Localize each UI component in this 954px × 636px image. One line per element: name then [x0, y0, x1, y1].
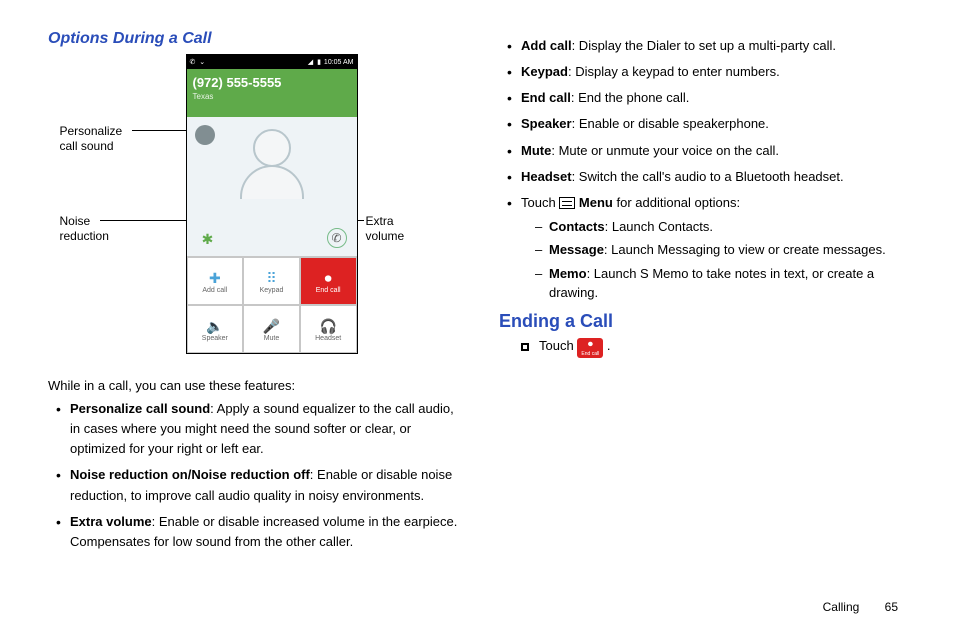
desc: : Display the Dialer to set up a multi-p…	[572, 38, 836, 53]
submenu-list: Contacts: Launch Contacts. Message: Laun…	[535, 217, 914, 303]
phone-figure: Personalize call sound Noise reduction E…	[66, 54, 446, 374]
desc: : Enable or disable speakerphone.	[572, 116, 769, 131]
personalize-sound-icon	[195, 125, 215, 145]
desc: : Launch Messaging to view or create mes…	[604, 242, 886, 257]
callout-extra-volume: Extra volume	[366, 214, 456, 244]
button-label: Add call	[202, 287, 227, 294]
ending-instruction: Touch ⏺End call .	[499, 338, 914, 358]
feature-list-left: Personalize call sound: Apply a sound eq…	[54, 399, 463, 552]
end-call-button: ⏺ End call	[300, 257, 357, 305]
term: Message	[549, 242, 604, 257]
term: Memo	[549, 266, 587, 281]
term: Extra volume	[70, 514, 152, 529]
page-number: 65	[885, 600, 898, 614]
desc: : Display a keypad to enter numbers.	[568, 64, 780, 79]
status-right-icons: ◢ ▮	[308, 59, 322, 66]
callout-noise-reduction: Noise reduction	[60, 214, 160, 244]
list-item: Extra volume: Enable or disable increase…	[54, 512, 463, 552]
keypad-button: ⠿ Keypad	[243, 257, 300, 305]
term: Headset	[521, 169, 572, 184]
headset-button: 🎧 Headset	[300, 305, 357, 353]
intro-text: While in a call, you can use these featu…	[48, 378, 463, 393]
square-bullet-icon	[521, 343, 529, 351]
callout-text: Extra	[366, 214, 394, 228]
page-footer: Calling 65	[823, 600, 898, 614]
list-item: Speaker: Enable or disable speakerphone.	[505, 114, 914, 134]
mute-icon: 🎤	[263, 317, 280, 335]
term: Noise reduction on/Noise reduction off	[70, 467, 310, 482]
callout-text: Noise	[60, 214, 91, 228]
list-item: Memo: Launch S Memo to take notes in tex…	[535, 264, 914, 303]
touch-text: Touch	[521, 195, 559, 210]
list-item: Noise reduction on/Noise reduction off: …	[54, 465, 463, 505]
menu-icon	[559, 197, 575, 209]
button-label: Mute	[264, 335, 280, 342]
list-item: End call: End the phone call.	[505, 88, 914, 108]
callout-line	[100, 220, 188, 221]
list-item: Keypad: Display a keypad to enter number…	[505, 62, 914, 82]
callout-text: Personalize	[60, 124, 123, 138]
noise-reduction-icon: ✱	[199, 230, 217, 248]
callout-text: call sound	[60, 139, 114, 153]
button-label: End call	[316, 287, 341, 294]
list-item: Touch Menu for additional options: Conta…	[505, 193, 914, 303]
desc: : End the phone call.	[571, 90, 690, 105]
button-label: Speaker	[202, 335, 228, 342]
section-title-ending: Ending a Call	[499, 311, 914, 332]
status-left-icons: ✆ ⌄	[190, 58, 207, 66]
caller-location: Texas	[193, 92, 351, 101]
list-item: Headset: Switch the call's audio to a Bl…	[505, 167, 914, 187]
add-call-button: ✚ Add call	[187, 257, 244, 305]
feature-list-right: Add call: Display the Dialer to set up a…	[505, 36, 914, 303]
phone-screenshot: ✆ ⌄ ◢ ▮ 10:05 AM (972) 555-5555 Texas	[186, 54, 358, 354]
end-call-icon: ⏺End call	[577, 338, 603, 358]
term: Personalize call sound	[70, 401, 210, 416]
speaker-button: 🔈 Speaker	[187, 305, 244, 353]
keypad-icon: ⠿	[266, 269, 276, 287]
status-bar: ✆ ⌄ ◢ ▮ 10:05 AM	[187, 55, 357, 69]
button-label: Headset	[315, 335, 341, 342]
desc: : Launch S Memo to take notes in text, o…	[549, 266, 874, 301]
term: Add call	[521, 38, 572, 53]
end-call-icon: ⏺	[325, 269, 332, 287]
callout-personalize-sound: Personalize call sound	[60, 124, 160, 154]
desc: : Switch the call's audio to a Bluetooth…	[572, 169, 844, 184]
desc: : Mute or unmute your voice on the call.	[551, 143, 779, 158]
list-item: Mute: Mute or unmute your voice on the c…	[505, 141, 914, 161]
period: .	[603, 338, 610, 353]
footer-section: Calling	[823, 600, 860, 614]
call-button-grid: ✚ Add call ⠿ Keypad ⏺ End call 🔈 Speaker	[187, 256, 357, 353]
call-body: ✱ ✆	[187, 117, 357, 256]
callout-line	[132, 130, 190, 131]
list-item: Message: Launch Messaging to view or cre…	[535, 240, 914, 260]
list-item: Add call: Display the Dialer to set up a…	[505, 36, 914, 56]
callout-text: volume	[366, 229, 405, 243]
plus-icon: ✚	[209, 269, 221, 287]
term: Speaker	[521, 116, 572, 131]
touch-text: Touch	[539, 338, 577, 353]
term: Keypad	[521, 64, 568, 79]
touch-post: for additional options:	[616, 195, 740, 210]
list-item: Personalize call sound: Apply a sound eq…	[54, 399, 463, 459]
button-label: Keypad	[260, 287, 284, 294]
headset-icon: 🎧	[319, 317, 336, 335]
mute-button: 🎤 Mute	[243, 305, 300, 353]
list-item: Contacts: Launch Contacts.	[535, 217, 914, 237]
caller-number: (972) 555-5555	[193, 75, 351, 90]
callout-text: reduction	[60, 229, 109, 243]
term: Mute	[521, 143, 551, 158]
call-header: (972) 555-5555 Texas	[187, 69, 357, 117]
menu-term: Menu	[575, 195, 616, 210]
speaker-icon: 🔈	[206, 317, 223, 335]
desc: : Launch Contacts.	[605, 219, 713, 234]
term: Contacts	[549, 219, 605, 234]
extra-volume-icon: ✆	[327, 228, 347, 248]
contact-avatar	[235, 129, 309, 203]
status-clock: 10:05 AM	[324, 59, 354, 66]
section-title-options: Options During a Call	[48, 30, 463, 48]
term: End call	[521, 90, 571, 105]
